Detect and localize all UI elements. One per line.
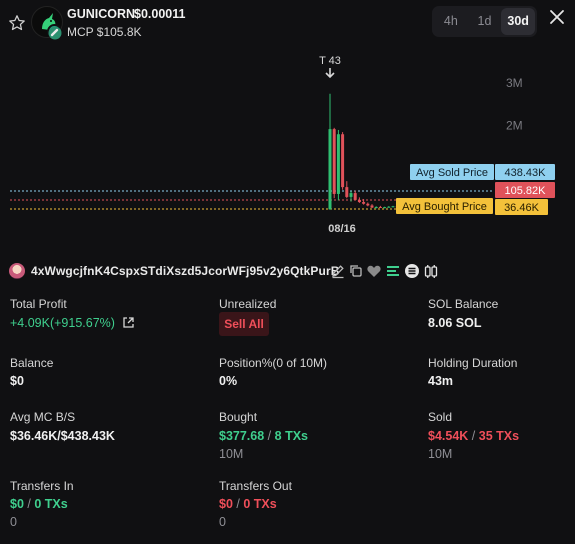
transfers-in-label: Transfers In (10, 479, 74, 493)
avg-bought-label: Avg Bought Price (402, 201, 487, 213)
timeframe-4h[interactable]: 4h (434, 8, 468, 35)
holding-duration-value: 43m (428, 374, 454, 388)
bought-tokens: 10M (219, 447, 244, 461)
candle-body (328, 129, 332, 210)
bought-label: Bought (219, 410, 258, 424)
candle-body (374, 206, 378, 208)
candle-body (341, 134, 345, 188)
timeframe-30d[interactable]: 30d (501, 8, 536, 35)
heart-icon[interactable] (366, 263, 382, 279)
transfers-out-amount: $0 (219, 497, 233, 511)
candle-body (387, 206, 391, 208)
transfers-in-amount: $0 (10, 497, 24, 511)
transfers-out-value: $0 / 0 TXs (219, 497, 277, 511)
position-value: 0% (219, 374, 238, 388)
sold-txs: 35 TXs (478, 429, 520, 443)
timeframe-1d[interactable]: 1d (468, 8, 502, 35)
avatar (9, 263, 25, 279)
candle-body (391, 206, 395, 208)
transfers-in-value: $0 / 0 TXs (10, 497, 68, 511)
balance-label: Balance (10, 356, 54, 370)
current-price-value: 105.82K (505, 185, 547, 197)
token-header: GUNICORN $0.00011 MCP $105.8K 4h 1d 30d (0, 0, 575, 46)
copy-icon[interactable] (348, 263, 364, 279)
avg-sold-label: Avg Sold Price (416, 167, 488, 179)
candle-body (378, 206, 382, 208)
transfers-in-separator: / (27, 497, 31, 511)
price-chart-svg: 3M2M1M 08/16 T 43 Avg Sold Price438.43K1… (10, 55, 555, 235)
bought-amount: $377.68 (219, 429, 265, 443)
timeframe-selector: 4h 1d 30d (432, 6, 537, 37)
sold-separator: / (471, 429, 476, 443)
avg-sold-value: 438.43K (505, 167, 547, 179)
edit-icon[interactable] (330, 263, 346, 279)
transfers-out-tokens: 0 (219, 515, 226, 529)
candle-body (336, 134, 340, 194)
total-profit-value: +4.09K(+915.67%) (10, 316, 115, 330)
menu-icon[interactable] (385, 263, 401, 279)
sol-balance-label: SOL Balance (428, 297, 499, 311)
pill-icon (48, 26, 62, 40)
sold-label: Sold (428, 410, 453, 424)
sol-balance-value: 8.06 SOL (428, 316, 482, 330)
candle-body (370, 205, 374, 208)
wallet-row: 4xWwgcjfnK4CspxSTdiXszd5JcorWFj95v2y6Qtk… (9, 261, 569, 281)
sold-tokens: 10M (428, 447, 453, 461)
sold-amount: $4.54K (428, 429, 469, 443)
bought-value: $377.68 / 8 TXs (219, 429, 308, 443)
trade-marker-label: T 43 (319, 55, 341, 67)
balance-value: $0 (10, 374, 24, 388)
unrealized-label: Unrealized (219, 297, 277, 311)
close-icon[interactable] (548, 8, 566, 26)
token-price: $0.00011 (134, 7, 186, 21)
wallet-address[interactable]: 4xWwgcjfnK4CspxSTdiXszd5JcorWFj95v2y6Qtk… (31, 264, 340, 278)
bought-txs: 8 TXs (274, 429, 308, 443)
avg-mc-value: $36.46K/$438.43K (10, 429, 115, 443)
transfers-out-separator: / (236, 497, 240, 511)
avg-mc-label: Avg MC B/S (10, 410, 76, 424)
candle-body (366, 203, 370, 206)
y-tick-label: 3M (506, 76, 523, 90)
sell-all-button[interactable]: Sell All (219, 312, 269, 336)
candle-body (353, 193, 357, 200)
candle-body (357, 199, 361, 203)
arrow-down-icon (325, 68, 335, 79)
external-link-icon[interactable] (122, 316, 135, 329)
sold-value: $4.54K / 35 TXs (428, 429, 519, 443)
market-cap: MCP $105.8K (67, 25, 142, 39)
candle-body (362, 202, 366, 204)
transfers-in-tokens: 0 (10, 515, 17, 529)
transfers-out-txs: 0 TXs (243, 497, 277, 511)
transfers-out-label: Transfers Out (219, 479, 292, 493)
star-icon[interactable] (8, 14, 26, 32)
solana-icon[interactable] (404, 263, 420, 279)
holding-duration-label: Holding Duration (428, 356, 518, 370)
price-chart[interactable]: 3M2M1M 08/16 T 43 Avg Sold Price438.43K1… (0, 46, 575, 244)
token-name: GUNICORN (67, 7, 136, 21)
candle-body (332, 129, 336, 194)
x-tick-label: 08/16 (328, 223, 356, 235)
transfers-in-txs: 0 TXs (34, 497, 68, 511)
candle-body (383, 207, 387, 209)
wallet-icon[interactable] (423, 263, 439, 279)
total-profit-label: Total Profit (10, 297, 67, 311)
bought-separator: / (267, 429, 272, 443)
avg-bought-value: 36.46K (504, 202, 540, 214)
position-label: Position%(0 of 10M) (219, 356, 328, 370)
candle-body (345, 187, 349, 197)
y-tick-label: 2M (506, 119, 523, 133)
candle-body (349, 193, 353, 197)
